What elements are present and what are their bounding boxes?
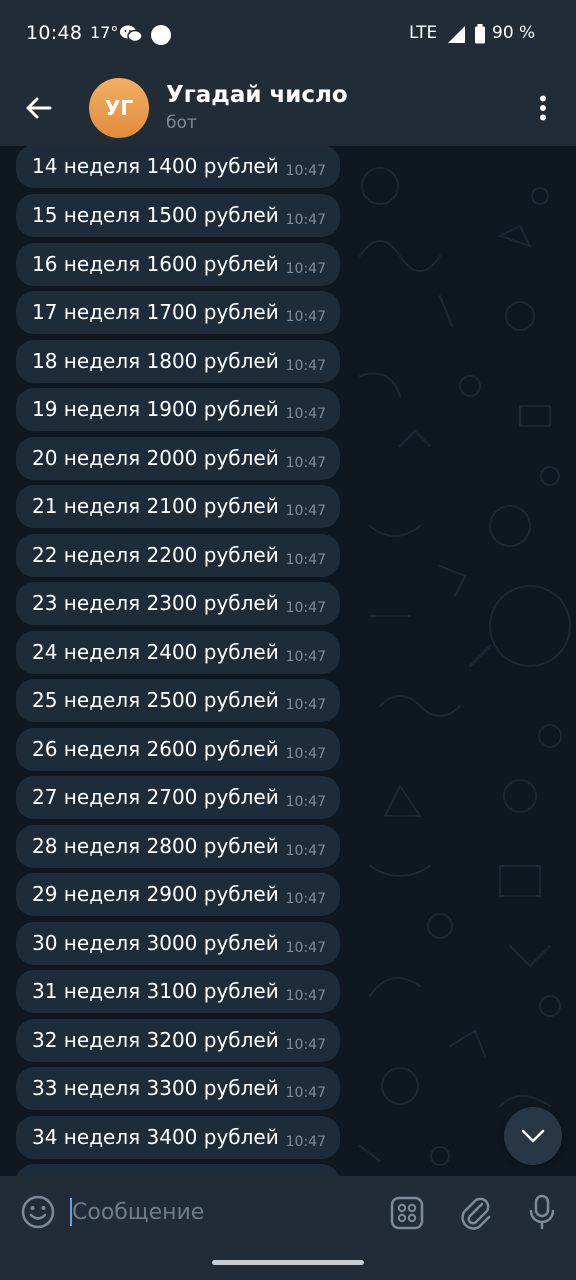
message-time: 10:47 [285, 746, 326, 762]
home-indicator[interactable] [212, 1260, 364, 1265]
message-bubble[interactable]: 14 неделя 1400 рублей 10:47 [16, 146, 340, 188]
voice-message-button[interactable] [528, 1194, 556, 1234]
message-time: 10:47 [285, 503, 326, 519]
battery-icon [474, 24, 486, 48]
message-text: 22 неделя 2200 рублей [32, 543, 279, 567]
message-text: 34 неделя 3400 рублей [32, 1125, 279, 1149]
message-time: 10:47 [285, 843, 326, 859]
chat-title[interactable]: Угадай число [166, 82, 348, 108]
message-text: 24 неделя 2400 рублей [32, 640, 279, 664]
message-text: 20 неделя 2000 рублей [32, 446, 279, 470]
message-time: 10:47 [285, 697, 326, 713]
notification-dot-icon [151, 25, 171, 45]
message-time: 10:47 [285, 455, 326, 471]
message-text: 14 неделя 1400 рублей [32, 154, 279, 178]
message-bubble[interactable]: 29 неделя 2900 рублей 10:47 [16, 873, 340, 916]
menu-button[interactable] [528, 88, 558, 128]
message-text: 29 неделя 2900 рублей [32, 882, 279, 906]
message-text: 18 неделя 1800 рублей [32, 349, 279, 373]
chat-header: УГ Угадай число бот [0, 68, 576, 146]
message-time: 10:47 [285, 309, 326, 325]
status-time: 10:48 [26, 22, 83, 44]
message-bubble[interactable]: 33 неделя 3300 рублей 10:47 [16, 1067, 340, 1110]
microphone-icon [529, 1194, 555, 1230]
avatar[interactable]: УГ [89, 78, 149, 138]
message-bubble[interactable]: 24 неделя 2400 рублей 10:47 [16, 631, 340, 674]
back-button[interactable] [18, 88, 58, 128]
message-time: 10:47 [285, 1134, 326, 1150]
message-text: 25 неделя 2500 рублей [32, 688, 279, 712]
message-bubble[interactable]: 28 неделя 2800 рублей 10:47 [16, 825, 340, 868]
message-time: 10:47 [285, 1037, 326, 1053]
message-bubble[interactable]: 23 неделя 2300 рублей 10:47 [16, 582, 340, 625]
message-bubble[interactable]: 15 неделя 1500 рублей 10:47 [16, 194, 340, 237]
message-text: 16 неделя 1600 рублей [32, 252, 279, 276]
network-type: LTE [409, 23, 438, 43]
message-time: 10:47 [285, 988, 326, 1004]
message-bubble[interactable]: 21 неделя 2100 рублей 10:47 [16, 485, 340, 528]
message-bubble[interactable]: 32 неделя 3200 рублей 10:47 [16, 1019, 340, 1062]
signal-icon [446, 24, 466, 48]
message-time: 10:47 [285, 261, 326, 277]
chat-subtitle: бот [166, 113, 197, 133]
paperclip-icon [461, 1197, 491, 1230]
message-bubble[interactable]: 22 неделя 2200 рублей 10:47 [16, 534, 340, 577]
message-time: 10:47 [285, 600, 326, 616]
message-bubble[interactable]: 18 неделя 1800 рублей 10:47 [16, 340, 340, 383]
message-time: 10:47 [285, 940, 326, 956]
message-bubble[interactable]: 27 неделя 2700 рублей 10:47 [16, 776, 340, 819]
message-list[interactable]: 14 неделя 1400 рублей 10:47 15 неделя 15… [0, 146, 576, 1176]
bot-commands-button[interactable] [390, 1196, 424, 1234]
status-temperature: 17° [90, 23, 119, 42]
message-bubble[interactable]: 25 неделя 2500 рублей 10:47 [16, 679, 340, 722]
arrow-back-icon [26, 97, 52, 119]
smile-icon [21, 1195, 55, 1229]
message-text: 28 неделя 2800 рублей [32, 834, 279, 858]
message-time: 10:47 [285, 358, 326, 374]
message-time: 10:47 [285, 891, 326, 907]
message-input[interactable] [72, 1196, 362, 1228]
message-bubble[interactable]: 16 неделя 1600 рублей 10:47 [16, 243, 340, 286]
message-time: 10:47 [285, 212, 326, 228]
message-text: 33 неделя 3300 рублей [32, 1076, 279, 1100]
message-time: 10:47 [285, 649, 326, 665]
grid-icon [390, 1196, 424, 1230]
message-text: 27 неделя 2700 рублей [32, 785, 279, 809]
message-time: 10:47 [285, 163, 326, 179]
message-text: 32 неделя 3200 рублей [32, 1028, 279, 1052]
chevron-down-icon [521, 1129, 545, 1143]
message-text: 17 неделя 1700 рублей [32, 300, 279, 324]
message-time: 10:47 [285, 1085, 326, 1101]
battery-percent: 90 % [492, 23, 536, 43]
message-time: 10:47 [285, 794, 326, 810]
status-bar: 10:48 17° LTE 90 % [0, 0, 576, 68]
scroll-down-button[interactable] [504, 1107, 562, 1165]
message-text: 31 неделя 3100 рублей [32, 979, 279, 1003]
message-composer [0, 1176, 576, 1280]
message-text: 23 неделя 2300 рублей [32, 591, 279, 615]
message-bubble[interactable]: 34 неделя 3400 рублей 10:47 [16, 1116, 340, 1159]
message-text: 21 неделя 2100 рублей [32, 494, 279, 518]
message-bubble[interactable]: 19 неделя 1900 рублей 10:47 [16, 388, 340, 431]
message-bubble[interactable]: 26 неделя 2600 рублей 10:47 [16, 728, 340, 771]
message-time: 10:47 [285, 552, 326, 568]
wechat-icon [119, 24, 143, 48]
attach-button[interactable] [458, 1194, 492, 1234]
more-vertical-icon [540, 95, 546, 121]
message-bubble[interactable]: 31 неделя 3100 рублей 10:47 [16, 970, 340, 1013]
message-bubble[interactable]: 30 неделя 3000 рублей 10:47 [16, 922, 340, 965]
message-text: 19 неделя 1900 рублей [32, 397, 279, 421]
emoji-button[interactable] [20, 1194, 56, 1234]
message-bubble[interactable]: 17 неделя 1700 рублей 10:47 [16, 291, 340, 334]
message-time: 10:47 [285, 406, 326, 422]
message-bubble[interactable]: 20 неделя 2000 рублей 10:47 [16, 437, 340, 480]
message-text: 15 неделя 1500 рублей [32, 203, 279, 227]
message-text: 26 неделя 2600 рублей [32, 737, 279, 761]
message-text: 30 неделя 3000 рублей [32, 931, 279, 955]
message-bubble-partial[interactable] [16, 1164, 340, 1176]
